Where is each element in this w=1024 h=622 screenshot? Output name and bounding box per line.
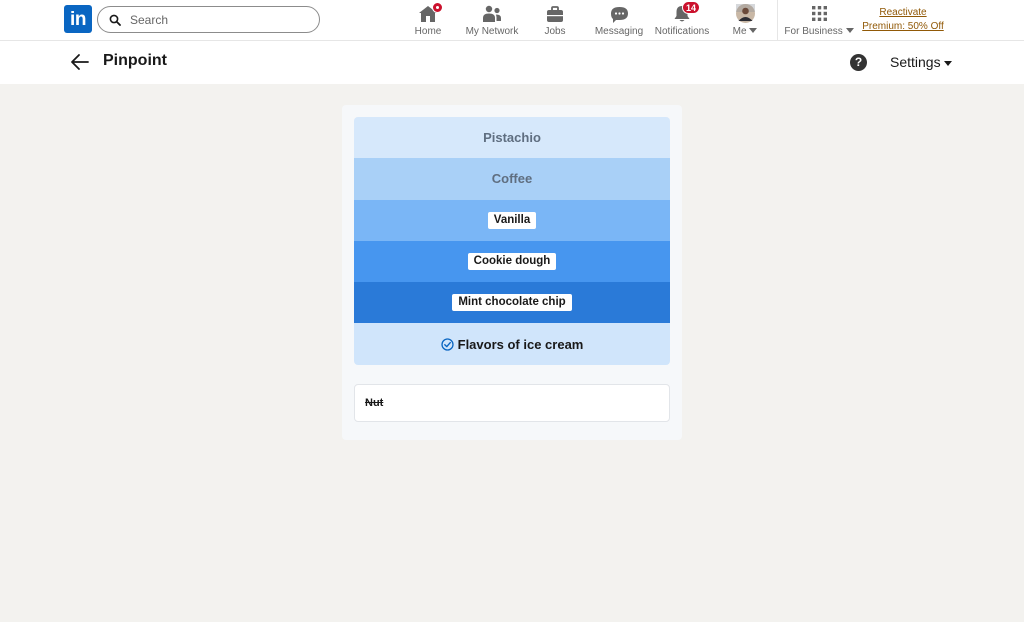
nav-for-business-label: For Business	[784, 26, 854, 37]
nav-me[interactable]: Me	[728, 3, 762, 39]
clue-text: Coffee	[491, 171, 533, 187]
answer-text: Flavors of ice cream	[457, 336, 584, 352]
wrong-guess-text: Nut	[365, 397, 384, 409]
briefcase-icon	[545, 3, 565, 23]
clue-text: Pistachio	[483, 130, 541, 146]
previous-guess: Nut	[354, 384, 670, 422]
clue-row: Cookie dough	[354, 240, 670, 283]
settings-button[interactable]: Settings	[890, 54, 941, 70]
chevron-down-icon[interactable]	[944, 61, 952, 66]
search-box[interactable]	[97, 6, 320, 33]
clue-text: Vanilla	[487, 211, 537, 229]
search-icon	[109, 14, 121, 26]
nav-my-network[interactable]: My Network	[462, 3, 522, 39]
grid-icon	[809, 3, 829, 23]
messaging-icon	[609, 3, 629, 23]
clue-text: Mint chocolate chip	[452, 294, 572, 312]
nav-jobs[interactable]: Jobs	[538, 3, 572, 39]
premium-line-1[interactable]: Reactivate	[860, 6, 946, 20]
nav-messaging[interactable]: Messaging	[594, 3, 644, 39]
nav-notifications[interactable]: 14 Notifications	[654, 1, 710, 39]
back-arrow-icon[interactable]	[70, 53, 90, 71]
network-icon	[482, 3, 502, 23]
chevron-down-icon	[845, 28, 854, 33]
nav-my-network-label: My Network	[465, 26, 519, 37]
nav-jobs-label: Jobs	[544, 26, 566, 37]
linkedin-logo-icon[interactable]: in	[64, 5, 92, 33]
premium-link[interactable]: Reactivate Premium: 50% Off	[860, 6, 946, 34]
page-title: Pinpoint	[103, 52, 167, 69]
game-header: Pinpoint ? Settings	[0, 41, 1024, 84]
nav-messaging-label: Messaging	[594, 26, 644, 37]
bell-icon: 14	[672, 1, 701, 23]
nav-me-text: Me	[732, 26, 747, 37]
top-nav: in Home My Network	[0, 0, 1024, 41]
chevron-down-icon	[749, 28, 758, 33]
clue-text: Cookie dough	[467, 253, 557, 271]
nav-for-business-text: For Business	[784, 26, 843, 37]
answer-row: Flavors of ice cream	[354, 323, 670, 365]
nav-home[interactable]: Home	[408, 2, 448, 39]
clue-stack: Pistachio Coffee Vanilla Cookie dough Mi…	[354, 117, 670, 365]
nav-divider	[777, 0, 778, 40]
avatar	[735, 3, 755, 23]
clue-row: Pistachio	[354, 117, 670, 159]
search-input[interactable]	[130, 11, 310, 29]
premium-line-2[interactable]: Premium: 50% Off	[860, 20, 946, 34]
help-icon[interactable]: ?	[850, 54, 867, 71]
notifications-badge: 14	[682, 1, 701, 14]
nav-for-business[interactable]: For Business	[784, 3, 854, 39]
nav-home-label: Home	[414, 26, 442, 37]
clue-row: Mint chocolate chip	[354, 282, 670, 324]
home-icon	[418, 2, 443, 23]
check-circle-icon	[440, 337, 454, 351]
nav-notifications-label: Notifications	[654, 26, 710, 37]
home-notification-dot	[432, 2, 443, 13]
nav-me-label: Me	[728, 26, 762, 37]
clue-row: Vanilla	[354, 199, 670, 241]
game-card: Pistachio Coffee Vanilla Cookie dough Mi…	[342, 105, 682, 440]
clue-row: Coffee	[354, 158, 670, 200]
